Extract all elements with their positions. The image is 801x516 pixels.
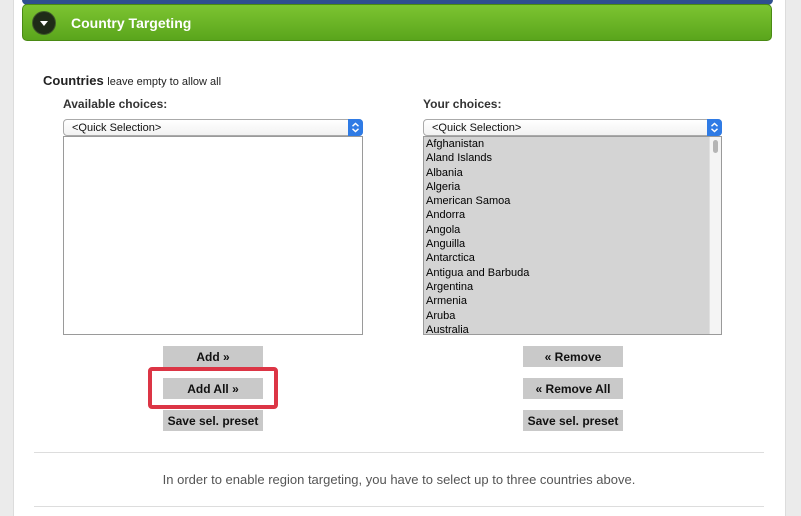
remove-all-button[interactable]: « Remove All xyxy=(523,378,623,399)
section-title: Country Targeting xyxy=(71,14,192,31)
list-item[interactable]: Antigua and Barbuda xyxy=(424,266,721,280)
your-choices-list[interactable]: Afghanistan Aland Islands Albania Algeria Am… xyxy=(423,136,722,335)
divider xyxy=(34,506,764,507)
list-item[interactable]: Aruba xyxy=(424,309,721,323)
save-preset-left-button[interactable]: Save sel. preset xyxy=(163,410,263,431)
list-item[interactable]: Argentina xyxy=(424,280,721,294)
available-choices-list[interactable] xyxy=(63,136,363,335)
list-item[interactable]: Anguilla xyxy=(424,237,721,251)
section-header[interactable]: Country Targeting xyxy=(22,4,772,41)
select-arrow-icon xyxy=(707,119,722,136)
scrollbar-thumb[interactable] xyxy=(713,140,718,153)
region-targeting-info: In order to enable region targeting, you… xyxy=(162,472,636,487)
chevron-down-icon[interactable] xyxy=(32,10,56,35)
available-quick-selection[interactable]: <Quick Selection> xyxy=(63,119,363,136)
countries-heading: Countries leave empty to allow all xyxy=(43,73,221,88)
add-button[interactable]: Add » xyxy=(163,346,263,367)
list-item[interactable]: Australia xyxy=(424,323,721,334)
list-item[interactable]: Albania xyxy=(424,166,721,180)
list-item[interactable]: American Samoa xyxy=(424,194,721,208)
list-item[interactable]: Armenia xyxy=(424,294,721,308)
available-choices-label: Available choices: xyxy=(63,97,168,111)
countries-label: Countries xyxy=(43,73,104,88)
remove-button[interactable]: « Remove xyxy=(523,346,623,367)
chosen-quick-selection[interactable]: <Quick Selection> xyxy=(423,119,722,136)
list-item[interactable]: Angola xyxy=(424,223,721,237)
list-item[interactable]: Andorra xyxy=(424,208,721,222)
countries-hint: leave empty to allow all xyxy=(107,76,222,88)
divider xyxy=(34,452,764,453)
list-item[interactable]: Aland Islands xyxy=(424,151,721,165)
list-scrollbar[interactable] xyxy=(709,137,721,334)
your-choices-label: Your choices: xyxy=(423,97,502,111)
add-all-highlight xyxy=(148,367,278,409)
available-quick-selection-value: <Quick Selection> xyxy=(72,121,162,134)
save-preset-right-button[interactable]: Save sel. preset xyxy=(523,410,623,431)
list-item[interactable]: Algeria xyxy=(424,180,721,194)
select-arrow-icon xyxy=(348,119,363,136)
list-item[interactable]: Afghanistan xyxy=(424,137,721,151)
chosen-quick-selection-value: <Quick Selection> xyxy=(432,121,522,134)
list-item[interactable]: Antarctica xyxy=(424,251,721,265)
